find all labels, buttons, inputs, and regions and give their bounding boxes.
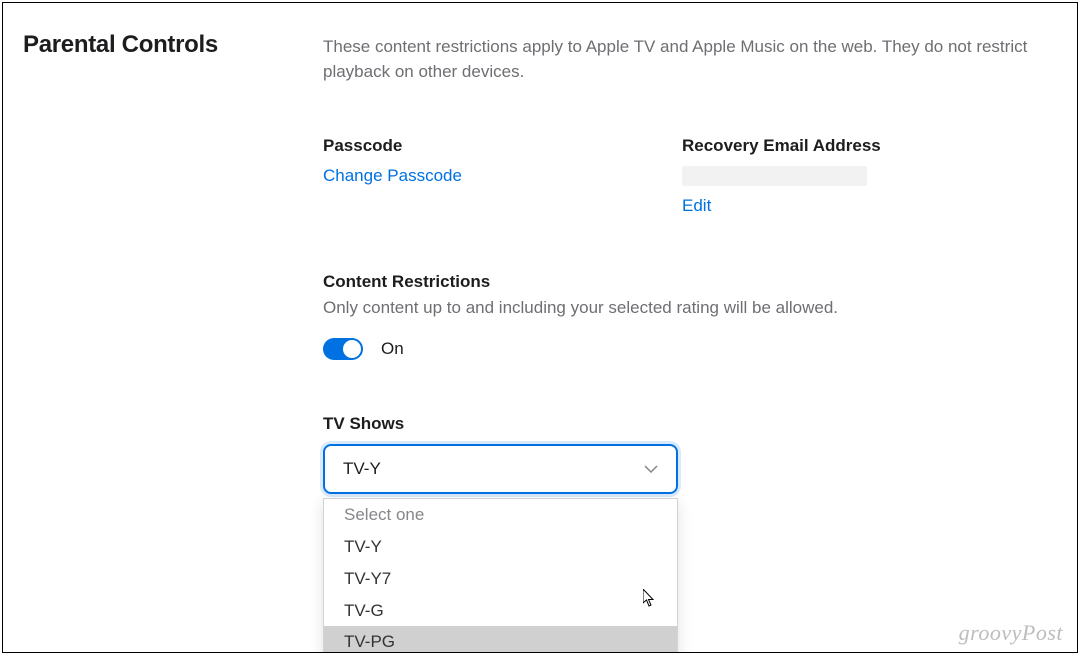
passcode-label: Passcode <box>323 136 682 156</box>
page-description: These content restrictions apply to Appl… <box>323 35 1041 84</box>
toggle-state-label: On <box>381 339 404 359</box>
tv-shows-selected-value: TV-Y <box>343 459 381 479</box>
watermark: groovyPost <box>959 620 1063 646</box>
dropdown-option[interactable]: TV-PG <box>324 626 677 653</box>
recovery-email-label: Recovery Email Address <box>682 136 1041 156</box>
chevron-down-icon <box>644 465 658 473</box>
edit-recovery-link[interactable]: Edit <box>682 196 711 216</box>
toggle-knob <box>343 340 361 358</box>
dropdown-option[interactable]: Select one <box>324 499 677 531</box>
dropdown-option[interactable]: TV-Y7 <box>324 563 677 595</box>
recovery-email-value <box>682 166 867 186</box>
tv-shows-dropdown[interactable]: Select oneTV-YTV-Y7TV-GTV-PGTV-14TV-MA <box>323 498 678 653</box>
tv-shows-label: TV Shows <box>323 414 1041 434</box>
dropdown-option[interactable]: TV-Y <box>324 531 677 563</box>
content-restrictions-subtext: Only content up to and including your se… <box>323 298 1041 318</box>
change-passcode-link[interactable]: Change Passcode <box>323 166 462 186</box>
content-restrictions-toggle[interactable] <box>323 338 363 360</box>
dropdown-option[interactable]: TV-G <box>324 595 677 627</box>
tv-shows-select[interactable]: TV-Y <box>323 444 678 494</box>
content-restrictions-heading: Content Restrictions <box>323 272 1041 292</box>
page-title: Parental Controls <box>23 31 323 59</box>
